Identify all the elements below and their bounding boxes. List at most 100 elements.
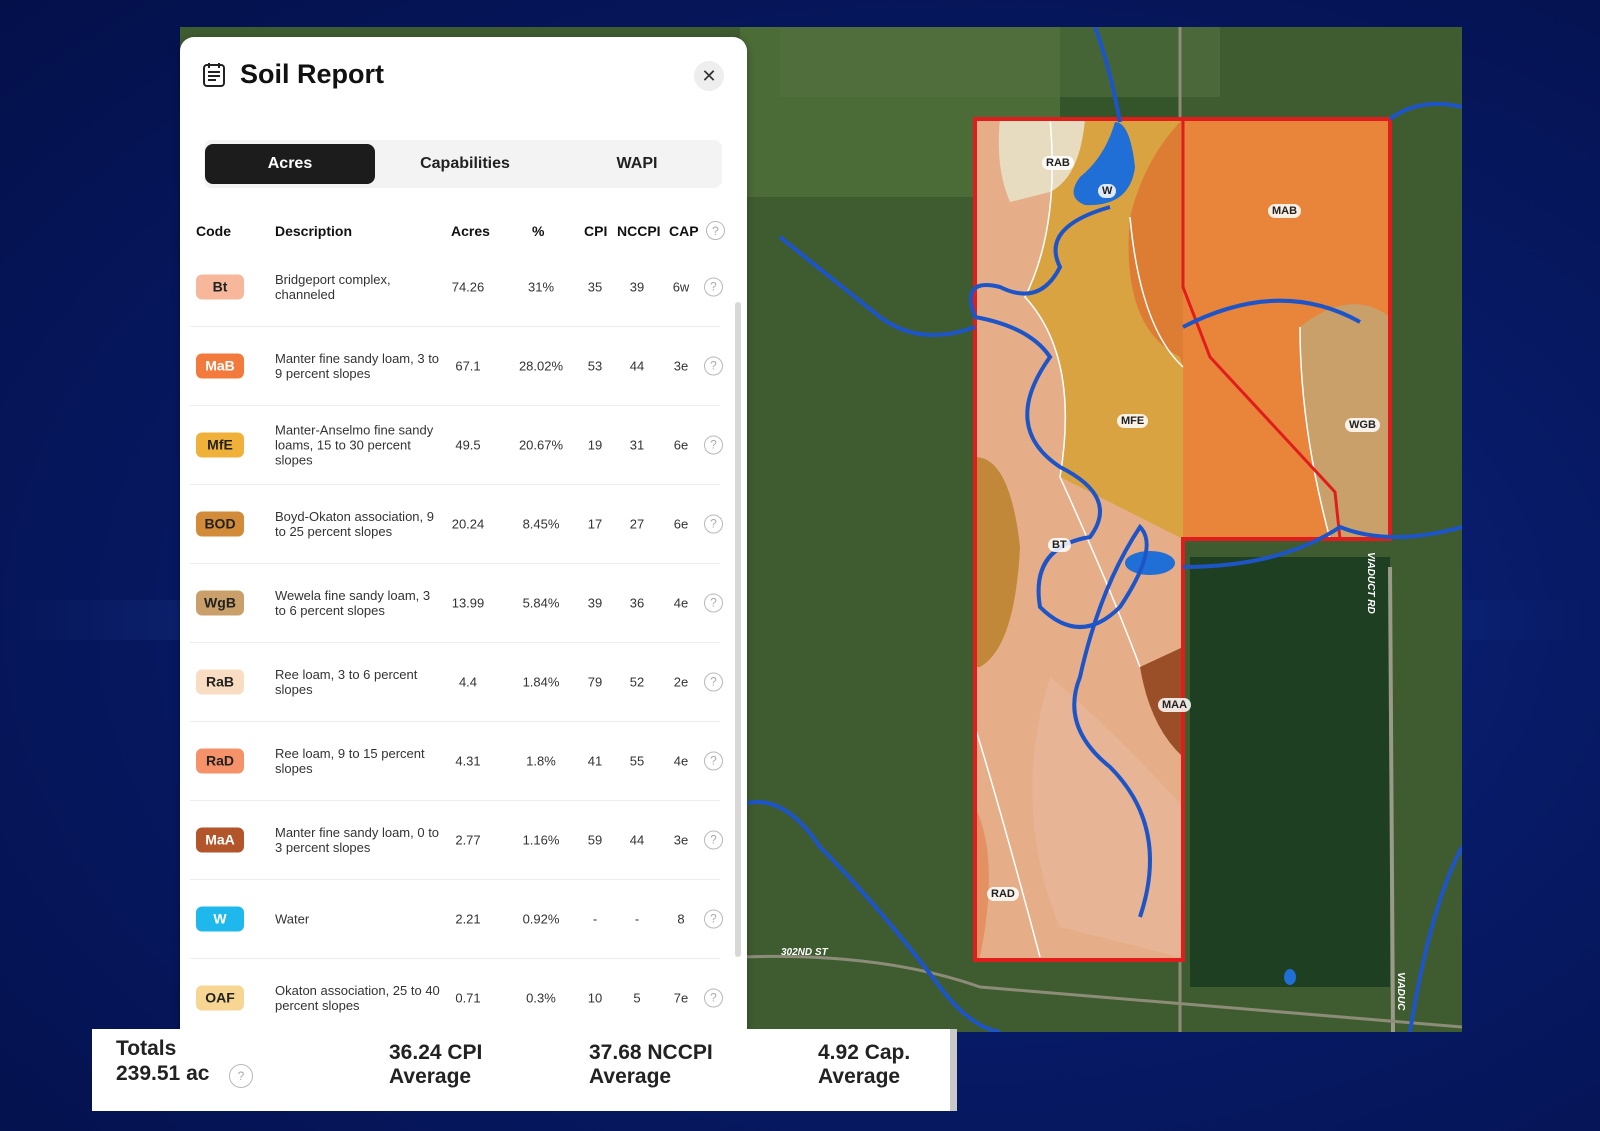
soil-acres: 74.26: [451, 279, 485, 294]
tab-acres[interactable]: Acres: [205, 144, 375, 184]
table-row[interactable]: W Water 2.21 0.92% - - 8?: [190, 879, 723, 959]
tab-capabilities[interactable]: Capabilities: [380, 144, 550, 184]
map-label-maa: MAA: [1158, 698, 1192, 712]
soil-percent: 8.45%: [522, 516, 560, 531]
col-percent: %: [532, 223, 545, 239]
soil-cap: 6w: [672, 279, 690, 294]
soil-description: Bridgeport complex, channeled: [275, 271, 391, 302]
soil-acres: 4.31: [455, 753, 481, 768]
row-help-icon[interactable]: ?: [704, 672, 723, 691]
soil-cpi: 39: [587, 595, 603, 610]
map-label-mab: MAB: [1268, 204, 1302, 218]
map-label-bt: BT: [1048, 538, 1071, 552]
table-row[interactable]: MaA Manter fine sandy loam, 0 to 3 percen…: [190, 800, 723, 880]
totals-cpi-sub: Average: [389, 1065, 472, 1088]
panel-header: Soil Report: [200, 59, 384, 90]
soil-description: Wewela fine sandy loam, 3 to 6 percent s…: [275, 587, 431, 618]
table-row[interactable]: Bt Bridgeport complex, channeled 74.26 31% 3…: [190, 247, 723, 327]
soil-nccpi: 31: [629, 437, 645, 452]
soil-cpi: 59: [587, 832, 603, 847]
panel-title: Soil Report: [240, 59, 385, 89]
table-row[interactable]: RaD Ree loam, 9 to 15 percent slopes 4.31 1…: [190, 721, 723, 801]
soil-code-badge: Bt: [196, 274, 244, 299]
soil-cpi: 35: [587, 279, 603, 294]
soil-cpi: 10: [587, 990, 603, 1005]
soil-code-badge: OAF: [196, 985, 244, 1010]
soil-percent: 1.8%: [526, 753, 556, 768]
road-label-302nd: 302ND ST: [781, 947, 828, 958]
row-help-icon[interactable]: ?: [704, 277, 723, 296]
soil-code-badge: MaA: [196, 827, 244, 852]
soil-description: Boyd-Okaton association, 9 to 25 percent…: [275, 508, 434, 539]
row-help-icon[interactable]: ?: [704, 830, 723, 849]
row-help-icon[interactable]: ?: [704, 751, 723, 770]
totals-cpi: 36.24 CPI Average: [389, 1041, 482, 1089]
col-description: Description: [275, 223, 353, 239]
soil-code-badge: RaD: [196, 748, 244, 773]
soil-nccpi: 44: [629, 832, 645, 847]
soil-acres: 49.5: [455, 437, 481, 452]
soil-description: Manter-Anselmo fine sandy loams, 15 to 3…: [275, 422, 434, 467]
close-icon: ✕: [701, 65, 717, 86]
col-cpi: CPI: [584, 223, 608, 239]
soil-cpi: -: [592, 911, 598, 926]
totals-nccpi-value: 37.68 NCCPI: [589, 1041, 713, 1064]
soil-percent: 0.3%: [526, 990, 556, 1005]
soil-cap: 6e: [673, 516, 689, 531]
row-help-icon[interactable]: ?: [704, 514, 723, 533]
soil-acres: 4.4: [458, 674, 478, 689]
soil-acres: 2.77: [455, 832, 481, 847]
soil-description: Ree loam, 9 to 15 percent slopes: [275, 745, 425, 776]
soil-description: Ree loam, 3 to 6 percent slopes: [275, 666, 418, 697]
soil-nccpi: 39: [629, 279, 645, 294]
table-row[interactable]: OAF Okaton association, 25 to 40 percent …: [190, 958, 723, 1037]
soil-cpi: 53: [587, 358, 603, 373]
map-label-mfe: MFE: [1117, 414, 1149, 428]
map-label-rab: RAB: [1042, 156, 1074, 170]
table-row[interactable]: MfE Manter-Anselmo fine sandy loams, 15 t…: [190, 405, 723, 485]
soil-percent: 28.02%: [518, 358, 564, 373]
table-row[interactable]: WgB Wewela fine sandy loam, 3 to 6 percen…: [190, 563, 723, 643]
row-help-icon[interactable]: ?: [704, 909, 723, 928]
report-icon: [203, 62, 225, 87]
map-label-rad: RAD: [987, 887, 1019, 901]
table-row[interactable]: BOD Boyd-Okaton association, 9 to 25 perc…: [190, 484, 723, 564]
soil-code-badge: WgB: [196, 590, 244, 615]
row-help-icon[interactable]: ?: [704, 356, 723, 375]
tab-bar: Acres Capabilities WAPI: [204, 140, 722, 188]
totals-cap-sub: Average: [818, 1065, 901, 1088]
totals-cpi-value: 36.24 CPI: [389, 1041, 483, 1064]
totals-nccpi-sub: Average: [589, 1065, 672, 1088]
soil-nccpi: 27: [629, 516, 645, 531]
map-label-wgb: WGB: [1345, 418, 1380, 432]
col-cap: CAP: [669, 223, 699, 239]
row-help-icon[interactable]: ?: [704, 988, 723, 1007]
col-acres: Acres: [451, 223, 490, 239]
table-row[interactable]: MaB Manter fine sandy loam, 3 to 9 percen…: [190, 326, 723, 406]
soil-nccpi: 36: [629, 595, 645, 610]
row-help-icon[interactable]: ?: [704, 593, 723, 612]
cap-help-icon[interactable]: ?: [706, 221, 725, 240]
soil-code-badge: BOD: [196, 511, 244, 536]
table-row[interactable]: RaB Ree loam, 3 to 6 percent slopes 4.4 1.8…: [190, 642, 723, 722]
soil-cap: 7e: [673, 990, 689, 1005]
table-scrollbar[interactable]: [735, 302, 741, 957]
close-button[interactable]: ✕: [694, 61, 724, 91]
tab-wapi[interactable]: WAPI: [552, 144, 722, 184]
soil-nccpi: 52: [629, 674, 645, 689]
soil-cap: 2e: [673, 674, 689, 689]
totals-acres: 239.51 ac: [116, 1062, 210, 1085]
road-label-viaduct: VIADUCT RD: [1365, 552, 1376, 614]
row-help-icon[interactable]: ?: [704, 435, 723, 454]
col-nccpi: NCCPI: [617, 223, 661, 239]
soil-cpi: 41: [587, 753, 603, 768]
soil-cap: 8: [677, 911, 685, 926]
soil-nccpi: 55: [629, 753, 645, 768]
soil-percent: 1.84%: [522, 674, 560, 689]
totals-nccpi: 37.68 NCCPI Average: [589, 1041, 713, 1089]
soil-cap: 6e: [673, 437, 689, 452]
soil-code-badge: MfE: [196, 432, 244, 457]
totals-cap: 4.92 Cap. Average: [818, 1041, 910, 1089]
totals-help-icon[interactable]: ?: [229, 1064, 253, 1088]
road-label-viaduc: VIADUC: [1395, 972, 1406, 1011]
